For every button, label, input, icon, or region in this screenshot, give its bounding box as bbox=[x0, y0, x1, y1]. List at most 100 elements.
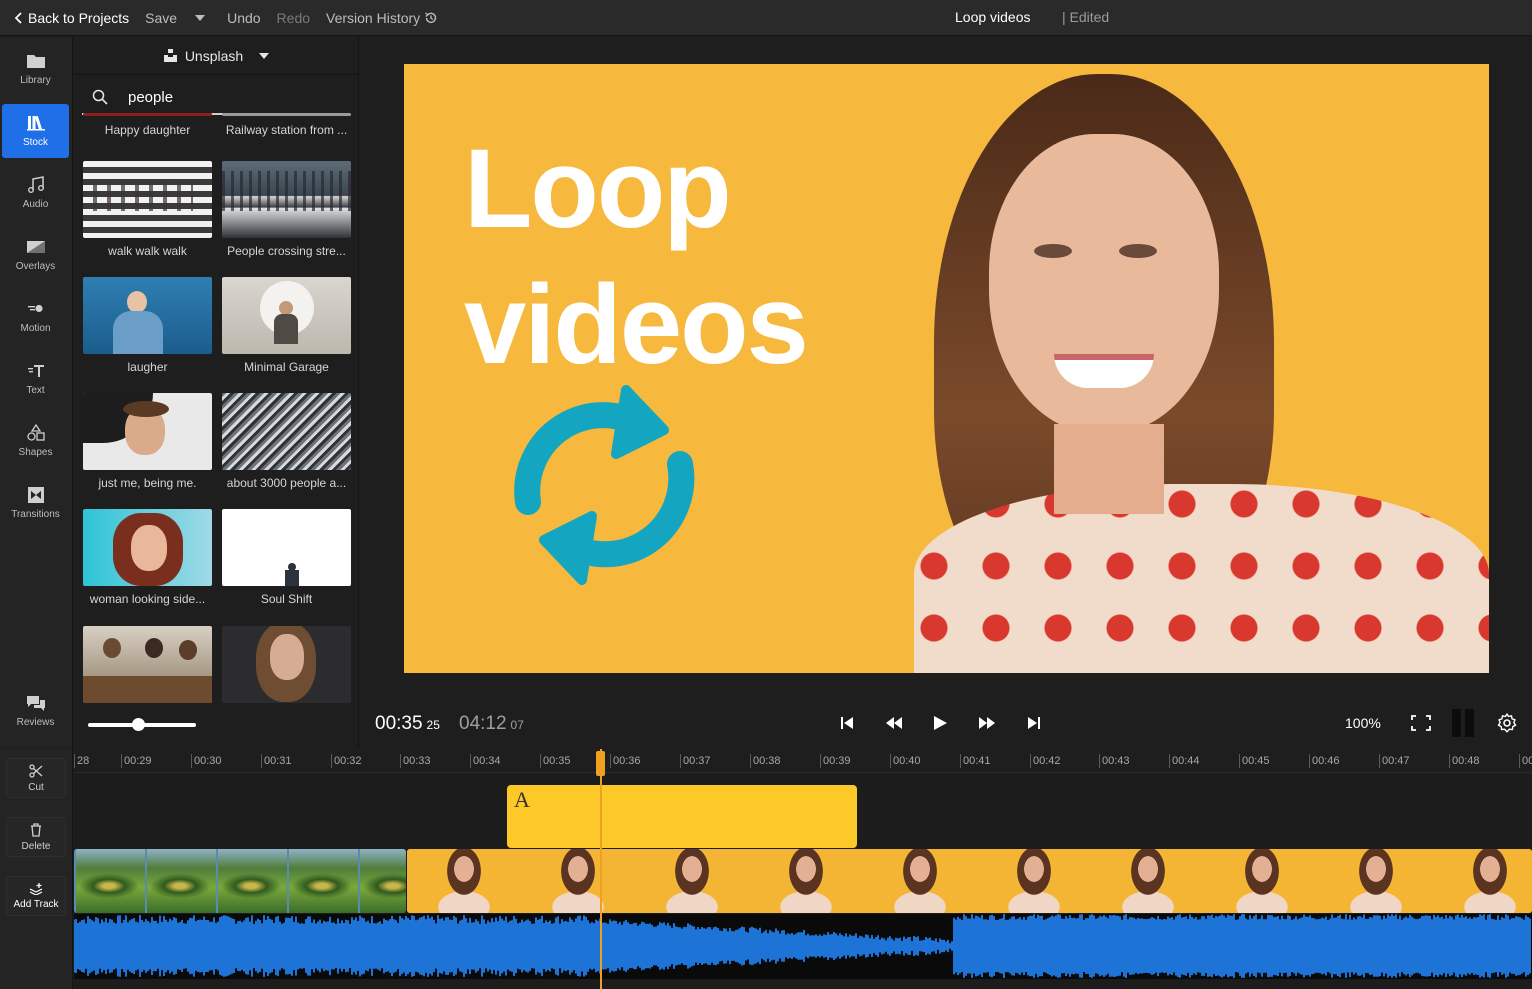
source-selector[interactable]: Unsplash bbox=[74, 37, 358, 75]
audio-track[interactable] bbox=[74, 914, 1532, 979]
stock-caption: Minimal Garage bbox=[244, 360, 329, 374]
rail-item-audio[interactable]: Audio bbox=[2, 166, 69, 220]
stock-item[interactable]: Happy daughter bbox=[83, 113, 212, 137]
rail-item-library[interactable]: Library bbox=[2, 42, 69, 96]
stock-item[interactable]: Soul Shift bbox=[222, 509, 351, 606]
undo-button[interactable]: Undo bbox=[219, 10, 268, 26]
rail-item-shapes[interactable]: Shapes bbox=[2, 414, 69, 468]
current-time: 00:35 bbox=[375, 713, 423, 734]
rail-item-reviews[interactable]: Reviews bbox=[2, 684, 69, 738]
video-clip-landscape[interactable] bbox=[74, 849, 406, 913]
fast-forward-icon bbox=[979, 717, 995, 729]
preview-stage: Loop videos 00:35 25 04:12 07 100% bbox=[360, 37, 1532, 748]
current-timecode: 00:35 25 bbox=[375, 713, 440, 735]
stock-panel: Unsplash Happy daughter Railway station … bbox=[74, 37, 359, 748]
fast-forward-button[interactable] bbox=[978, 715, 996, 731]
video-preview[interactable]: Loop videos bbox=[404, 64, 1489, 673]
rail-item-stock[interactable]: Stock bbox=[2, 104, 69, 158]
loop-arrows-icon[interactable] bbox=[504, 382, 704, 592]
rail-label: Library bbox=[20, 75, 51, 86]
headline-line-1[interactable]: Loop bbox=[464, 124, 732, 253]
search-input[interactable] bbox=[128, 88, 348, 106]
video-clip-portrait[interactable] bbox=[407, 849, 1532, 913]
stock-thumbnail bbox=[83, 509, 212, 586]
project-title[interactable]: Loop videos bbox=[955, 9, 1031, 25]
shapes-icon bbox=[26, 424, 45, 441]
ruler-tick: 00:42 bbox=[1030, 754, 1061, 768]
back-label: Back to Projects bbox=[28, 9, 130, 26]
stock-item[interactable]: woman looking side... bbox=[83, 509, 212, 606]
rail-item-motion[interactable]: Motion bbox=[2, 290, 69, 344]
stock-thumbnail bbox=[222, 626, 351, 703]
rail-label: Overlays bbox=[15, 261, 56, 272]
stock-item[interactable]: Railway station from ... bbox=[222, 113, 351, 137]
ruler-tick: 00:33 bbox=[400, 754, 431, 768]
playhead-line[interactable] bbox=[600, 749, 602, 989]
transport-bar: 00:35 25 04:12 07 100% bbox=[360, 707, 1532, 737]
version-history-label: Version History bbox=[326, 9, 421, 26]
ruler-tick: 00:37 bbox=[680, 754, 711, 768]
rail-label: Text bbox=[26, 385, 45, 396]
total-time: 04:12 bbox=[459, 713, 507, 734]
stock-item[interactable]: walk walk walk bbox=[83, 161, 212, 258]
headline-line-2[interactable]: videos bbox=[464, 260, 809, 389]
stock-search bbox=[82, 81, 350, 115]
playhead-handle[interactable] bbox=[596, 751, 605, 776]
redo-button[interactable]: Redo bbox=[269, 10, 318, 26]
edit-status: | Edited bbox=[1062, 9, 1110, 25]
ruler-tick: 00:48 bbox=[1449, 754, 1480, 768]
ruler-tick: 00:29 bbox=[121, 754, 152, 768]
stock-item[interactable] bbox=[83, 626, 212, 709]
current-frames: 25 bbox=[426, 718, 440, 732]
caret-down-icon bbox=[259, 52, 270, 59]
audio-waveform bbox=[74, 914, 1531, 978]
save-label: Save bbox=[145, 9, 178, 26]
motion-icon bbox=[27, 304, 43, 313]
rewind-button[interactable] bbox=[885, 715, 903, 731]
stock-item[interactable]: People crossing stre... bbox=[222, 161, 351, 258]
save-options-dropdown[interactable] bbox=[185, 14, 219, 21]
rail-item-transitions[interactable]: Transitions bbox=[2, 476, 69, 530]
stock-item[interactable]: laugher bbox=[83, 277, 212, 374]
pause-bars-icon bbox=[1452, 709, 1474, 737]
stock-item[interactable]: about 3000 people a... bbox=[222, 393, 351, 490]
rail-item-overlays[interactable]: Overlays bbox=[2, 228, 69, 282]
fullscreen-icon bbox=[1411, 715, 1431, 731]
layout-toggle-button[interactable] bbox=[1450, 709, 1476, 737]
stock-item[interactable]: just me, being me. bbox=[83, 393, 212, 490]
stock-caption: woman looking side... bbox=[89, 592, 206, 606]
version-history-button[interactable]: Version History bbox=[318, 10, 446, 26]
ruler-tick: 00:43 bbox=[1099, 754, 1130, 768]
rewind-icon bbox=[886, 717, 902, 729]
skip-to-start-button[interactable] bbox=[838, 715, 856, 731]
slider-knob[interactable] bbox=[132, 718, 145, 731]
stock-caption: walk walk walk bbox=[108, 244, 187, 258]
text-clip[interactable]: A bbox=[507, 785, 857, 848]
save-button[interactable]: Save bbox=[137, 10, 185, 26]
play-button[interactable] bbox=[931, 715, 949, 731]
ruler-tick: 00:40 bbox=[890, 754, 921, 768]
source-label: Unsplash bbox=[184, 47, 244, 64]
rail-item-text[interactable]: Text bbox=[2, 352, 69, 406]
settings-button[interactable] bbox=[1497, 713, 1517, 733]
rail-label: Stock bbox=[22, 137, 48, 148]
ruler-tick: 00:47 bbox=[1379, 754, 1410, 768]
thumbnail-size-slider[interactable] bbox=[88, 718, 196, 731]
zoom-level[interactable]: 100% bbox=[1345, 715, 1381, 731]
back-to-projects-button[interactable]: Back to Projects bbox=[0, 10, 137, 26]
ruler-tick: 00:45 bbox=[1239, 754, 1270, 768]
skip-to-end-button[interactable] bbox=[1025, 715, 1043, 731]
timeline-ruler[interactable]: 28 00:29 00:30 00:31 00:32 00:33 00:34 0… bbox=[74, 749, 1532, 773]
ruler-tick: 00:41 bbox=[960, 754, 991, 768]
trash-icon bbox=[31, 822, 41, 837]
add-track-button[interactable]: Add Track bbox=[6, 876, 66, 916]
delete-button[interactable]: Delete bbox=[6, 817, 66, 857]
stock-caption: just me, being me. bbox=[98, 476, 197, 490]
cut-button[interactable]: Cut bbox=[6, 758, 66, 798]
fullscreen-button[interactable] bbox=[1410, 715, 1432, 731]
stock-books-icon bbox=[26, 115, 45, 131]
stock-thumbnail bbox=[83, 393, 212, 470]
stock-item[interactable]: Minimal Garage bbox=[222, 277, 351, 374]
stock-thumbnail bbox=[83, 277, 212, 354]
stock-item[interactable] bbox=[222, 626, 351, 709]
